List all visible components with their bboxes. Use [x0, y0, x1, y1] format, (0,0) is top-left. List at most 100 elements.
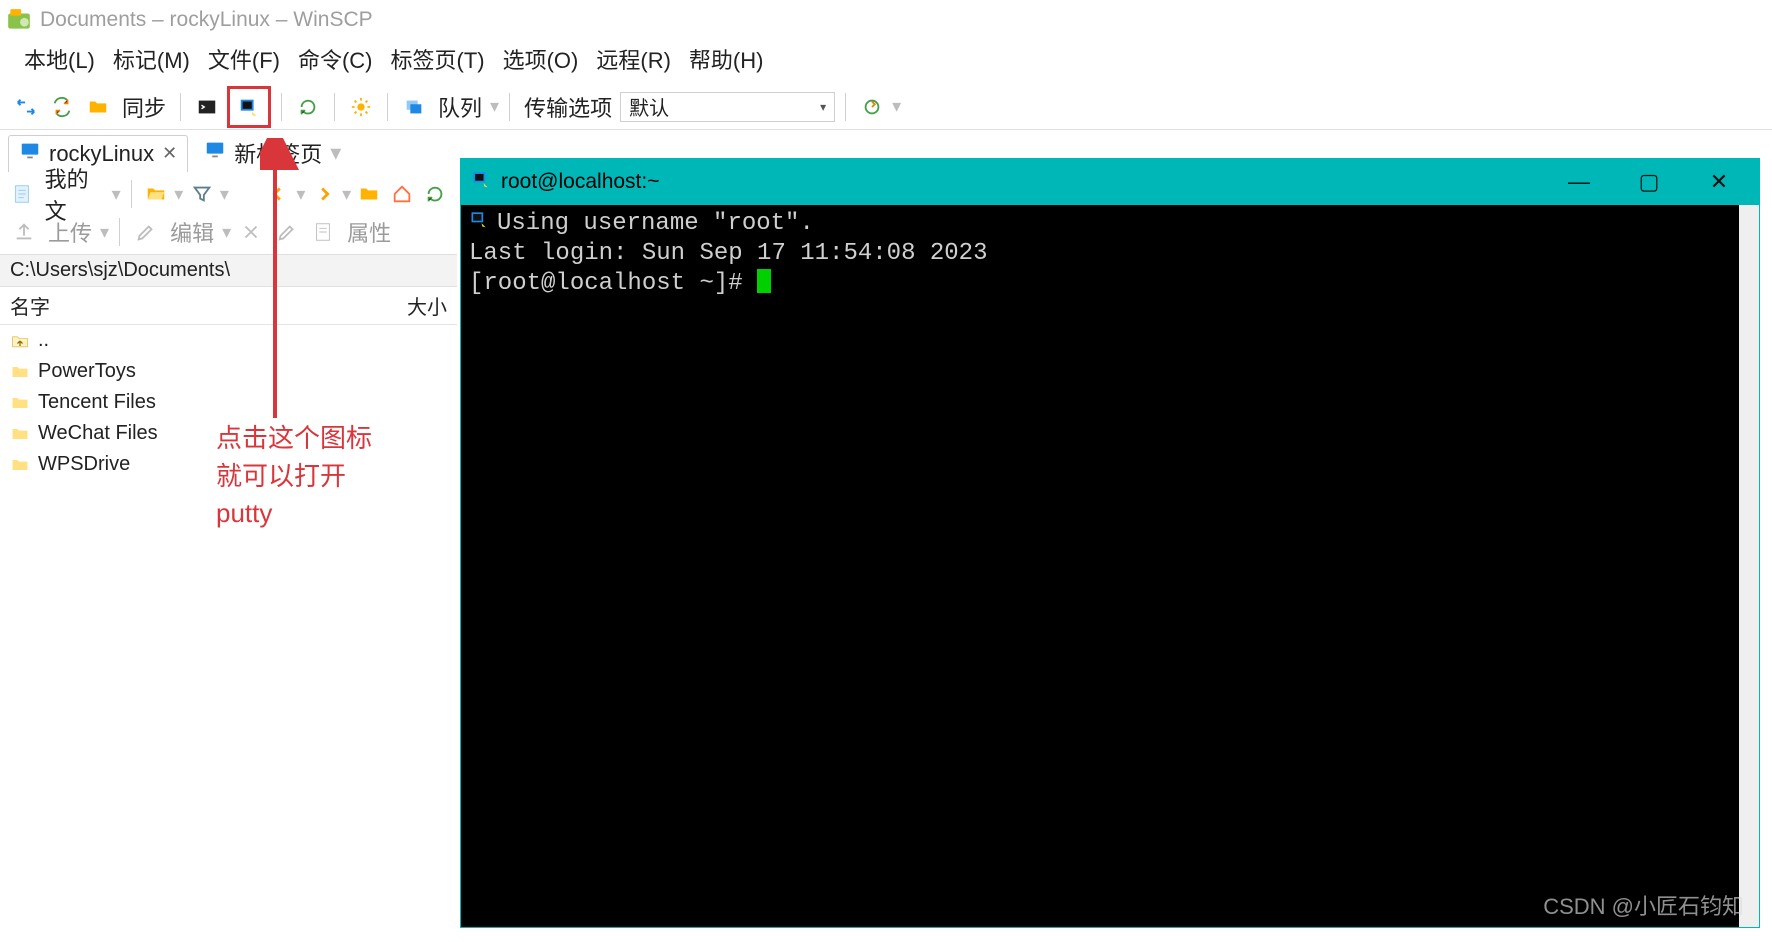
app-title: Documents – rockyLinux – WinSCP — [40, 8, 373, 32]
edit-icon[interactable] — [130, 216, 162, 248]
file-name: WPSDrive — [38, 453, 130, 476]
nav-toolbar: 我的文 ▾ ▾ ▾ ▾ ▾ — [0, 174, 457, 214]
folder-icon[interactable] — [355, 178, 384, 210]
putty-icon[interactable] — [233, 91, 265, 123]
file-list: .. PowerToys Tencent Files WeChat Files … — [0, 325, 457, 480]
chevron-down-icon[interactable]: ▾ — [490, 96, 499, 117]
putty-title: root@localhost:~ — [501, 170, 659, 194]
compare-icon[interactable] — [10, 91, 42, 123]
menu-mark[interactable]: 标记(M) — [107, 42, 196, 76]
close-icon[interactable]: ✕ — [162, 143, 177, 164]
menu-command[interactable]: 命令(C) — [292, 42, 379, 76]
filter-icon[interactable] — [187, 178, 216, 210]
putty-session-icon — [469, 209, 489, 239]
terminal-line-1: Using username "root". — [497, 209, 814, 239]
chevron-down-icon: ▾ — [820, 100, 826, 114]
path-bar[interactable]: C:\Users\sjz\Documents\ — [0, 254, 457, 287]
column-name[interactable]: 名字 — [10, 291, 407, 320]
rename-icon[interactable] — [271, 216, 303, 248]
home-icon[interactable] — [388, 178, 417, 210]
chevron-down-icon[interactable]: ▾ — [330, 140, 341, 166]
open-folder-icon[interactable] — [142, 178, 171, 210]
refresh-icon[interactable] — [292, 91, 324, 123]
upload-label[interactable]: 上传 — [44, 216, 96, 248]
sync-label[interactable]: 同步 — [118, 91, 170, 123]
putty-app-icon — [471, 169, 491, 195]
cursor — [757, 269, 771, 293]
menu-remote[interactable]: 远程(R) — [590, 42, 677, 76]
chevron-down-icon[interactable]: ▾ — [174, 184, 183, 205]
maximize-button[interactable]: ▢ — [1619, 161, 1679, 203]
menubar: 本地(L) 标记(M) 文件(F) 命令(C) 标签页(T) 选项(O) 远程(… — [0, 36, 1772, 84]
transfer-options-value: 默认 — [629, 92, 669, 121]
file-name: Tencent Files — [38, 391, 156, 414]
transfer-options-dropdown[interactable]: 默认 ▾ — [620, 92, 835, 122]
refresh-icon[interactable] — [420, 178, 449, 210]
console-icon[interactable] — [191, 91, 223, 123]
column-size[interactable]: 大小 — [407, 291, 447, 320]
props-icon[interactable] — [307, 216, 339, 248]
main-toolbar: 同步 队列 ▾ 传输选项 默认 ▾ ▾ — [0, 84, 1772, 130]
chevron-down-icon[interactable]: ▾ — [220, 184, 229, 205]
list-item[interactable]: Tencent Files — [0, 387, 457, 418]
queue-icon[interactable] — [398, 91, 430, 123]
list-item[interactable]: WPSDrive — [0, 449, 457, 480]
terminal-prompt: [root@localhost ~]# — [469, 270, 757, 297]
chevron-down-icon[interactable]: ▾ — [296, 184, 305, 205]
folder-icon — [10, 455, 30, 475]
separator — [180, 93, 181, 121]
reload-remote-icon[interactable] — [856, 91, 888, 123]
chevron-down-icon[interactable]: ▾ — [892, 96, 901, 117]
monitor-icon — [204, 139, 226, 167]
new-tab-label: 新标签页 — [234, 137, 322, 169]
separator — [509, 93, 510, 121]
list-item[interactable]: WeChat Files — [0, 418, 457, 449]
chevron-down-icon[interactable]: ▾ — [112, 184, 121, 205]
transfer-options-label: 传输选项 — [520, 91, 616, 123]
chevron-down-icon[interactable]: ▾ — [100, 222, 109, 243]
back-icon[interactable] — [264, 178, 293, 210]
sync-browse-icon[interactable] — [46, 91, 78, 123]
path-text: C:\Users\sjz\Documents\ — [10, 259, 230, 281]
forward-icon[interactable] — [309, 178, 338, 210]
putty-titlebar[interactable]: root@localhost:~ — ▢ ✕ — [461, 159, 1759, 205]
putty-button-highlight — [227, 86, 271, 128]
action-toolbar: 上传 ▾ 编辑 ▾ 属性 — [0, 214, 457, 254]
file-name: PowerToys — [38, 360, 136, 383]
doc-icon[interactable] — [8, 178, 37, 210]
new-tab[interactable]: 新标签页 ▾ — [194, 133, 351, 173]
menu-tabs[interactable]: 标签页(T) — [385, 42, 491, 76]
list-item-up[interactable]: .. — [0, 325, 457, 356]
up-icon — [10, 331, 30, 351]
menu-help[interactable]: 帮助(H) — [683, 42, 770, 76]
filelist-header: 名字 大小 — [0, 287, 457, 325]
separator — [334, 93, 335, 121]
folder-icon — [10, 393, 30, 413]
folder-icon — [10, 424, 30, 444]
menu-local[interactable]: 本地(L) — [18, 42, 101, 76]
minimize-button[interactable]: — — [1549, 161, 1609, 203]
monitor-icon — [19, 140, 41, 168]
local-panel: 我的文 ▾ ▾ ▾ ▾ ▾ 上传 ▾ — [0, 174, 457, 942]
close-button[interactable]: ✕ — [1689, 161, 1749, 203]
chevron-down-icon[interactable]: ▾ — [222, 222, 231, 243]
queue-label[interactable]: 队列 — [434, 91, 486, 123]
file-name: WeChat Files — [38, 422, 158, 445]
terminal-body[interactable]: Using username "root". Last login: Sun S… — [461, 205, 1759, 927]
upload-icon[interactable] — [8, 216, 40, 248]
menu-options[interactable]: 选项(O) — [497, 42, 585, 76]
list-item[interactable]: PowerToys — [0, 356, 457, 387]
sync-folder-icon[interactable] — [82, 91, 114, 123]
separator — [119, 218, 120, 246]
separator — [281, 93, 282, 121]
separator — [845, 93, 846, 121]
app-icon — [6, 7, 32, 33]
chevron-down-icon[interactable]: ▾ — [342, 184, 351, 205]
edit-label[interactable]: 编辑 — [166, 216, 218, 248]
scrollbar[interactable] — [1739, 205, 1759, 927]
separator — [131, 180, 132, 208]
settings-icon[interactable] — [345, 91, 377, 123]
menu-file[interactable]: 文件(F) — [202, 42, 286, 76]
delete-icon[interactable] — [235, 216, 267, 248]
properties-label[interactable]: 属性 — [343, 216, 395, 248]
